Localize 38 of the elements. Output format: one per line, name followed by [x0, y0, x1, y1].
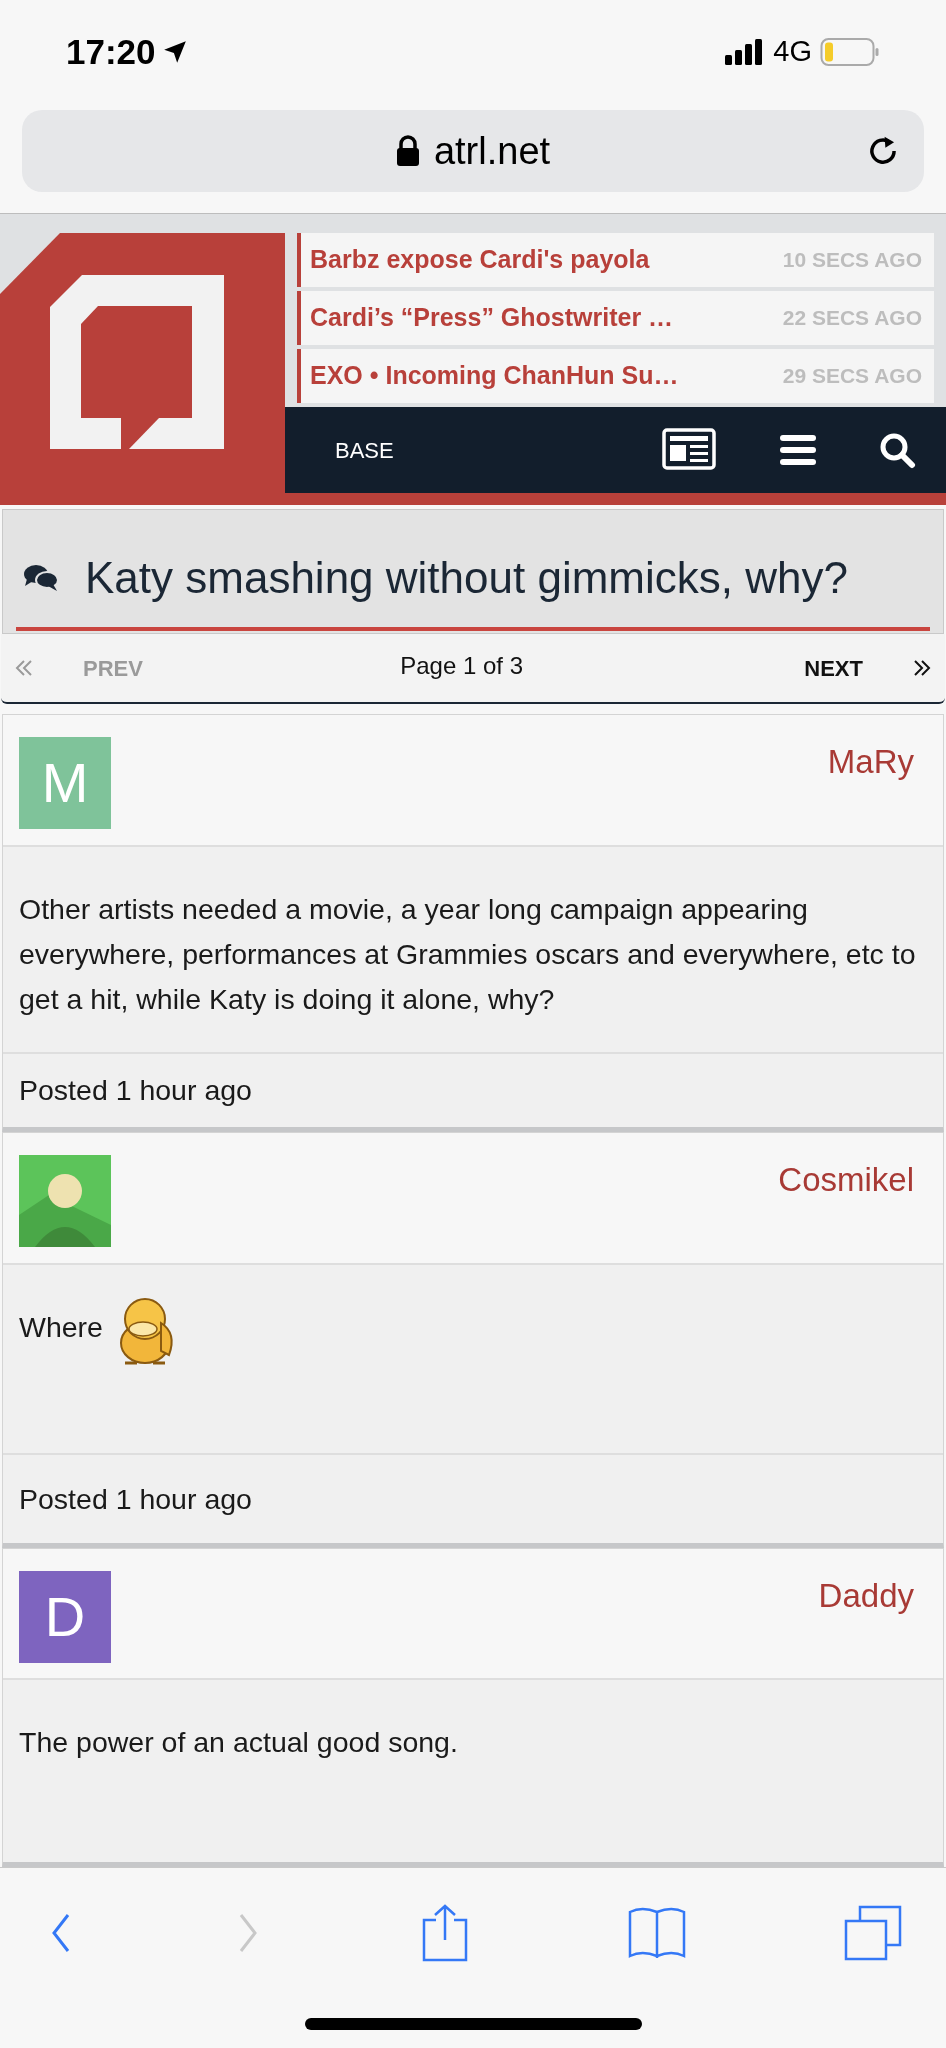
address-bar[interactable]: atrl.net — [22, 110, 924, 192]
username[interactable]: MaRy — [827, 737, 927, 787]
time-ago: 22 SECS AGO — [782, 305, 922, 332]
username[interactable]: Daddy — [818, 1571, 927, 1621]
post-time: Posted 1 hour ago — [19, 1073, 252, 1109]
newspaper-icon[interactable] — [662, 428, 718, 472]
headline-text: EXO • Incoming ChanHun Su… — [310, 360, 679, 392]
clock-time: 17:20 — [66, 30, 156, 73]
page-indicator: Page 1 of 3 — [399, 651, 524, 681]
post-text: The power of an actual good song. — [19, 1725, 458, 1760]
double-chevron-left-icon — [15, 659, 33, 677]
avatar: D — [19, 1571, 111, 1663]
lock-icon — [395, 135, 420, 167]
time-ago: 10 SECS AGO — [782, 247, 922, 274]
battery-icon — [820, 37, 880, 67]
book-icon[interactable] — [627, 1906, 687, 1960]
next-link[interactable]: NEXT — [804, 651, 931, 685]
headline-text: Cardi’s “Press” Ghostwriter … — [310, 302, 674, 334]
thread-title: Katy smashing without gimmicks, why? — [85, 551, 848, 604]
headline-text: Barbz expose Cardi's payola — [310, 244, 650, 276]
comments-icon — [23, 562, 59, 593]
url-text: atrl.net — [433, 128, 551, 174]
share-icon[interactable] — [420, 1904, 470, 1962]
time-ago: 29 SECS AGO — [782, 363, 922, 390]
double-chevron-right-icon — [913, 659, 931, 677]
ticker-item[interactable]: EXO • Incoming ChanHun Su… 29 SECS AGO — [297, 349, 934, 403]
post-time: Posted 1 hour ago — [19, 1481, 252, 1517]
tabs-icon[interactable] — [844, 1905, 902, 1961]
nav-link[interactable]: BASE — [335, 433, 394, 467]
post-text: Where — [19, 1310, 103, 1345]
post-text: Other artists needed a movie, a year long campaign appearing everywhere, performances at Grammies oscars and everywhere, etc to get a hit, while Katy is doing it alone, why? — [19, 892, 917, 1017]
username[interactable]: Cosmikel — [778, 1155, 927, 1205]
network-type: 4G — [773, 34, 812, 70]
ticker-item[interactable]: Barbz expose Cardi's payola 10 SECS AGO — [297, 233, 934, 287]
search-icon[interactable] — [878, 431, 916, 469]
ticker-item[interactable]: Cardi’s “Press” Ghostwriter … 22 SECS AGO — [297, 291, 934, 345]
menu-icon[interactable] — [780, 435, 816, 465]
avatar: M — [19, 737, 111, 829]
